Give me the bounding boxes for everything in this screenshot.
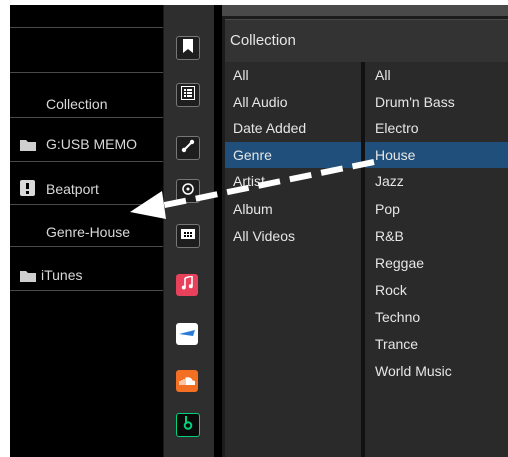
drag-arrow	[130, 159, 375, 219]
app-window: Collection G:USB MEMO Beatport Genre-Hou…	[10, 5, 508, 457]
